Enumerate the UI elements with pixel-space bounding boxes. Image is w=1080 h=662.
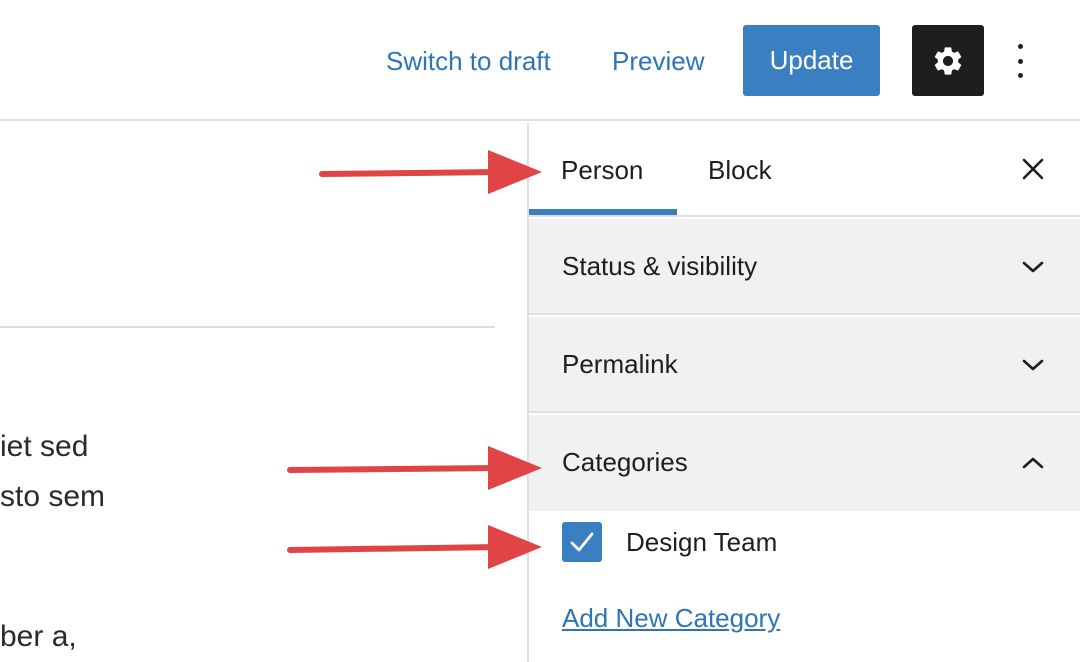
category-item: Design Team bbox=[562, 521, 777, 563]
paragraph-text[interactable]: sto sem bbox=[0, 480, 105, 514]
close-icon bbox=[1022, 158, 1044, 180]
category-checkbox[interactable] bbox=[562, 522, 602, 562]
paragraph-text[interactable]: ber a, bbox=[0, 620, 77, 654]
tab-block[interactable]: Block bbox=[708, 153, 772, 187]
checkmark-icon bbox=[570, 532, 594, 552]
vertical-ellipsis-icon bbox=[1017, 44, 1023, 49]
close-sidebar-button[interactable] bbox=[1019, 155, 1047, 183]
panel-title: Status & visibility bbox=[562, 251, 758, 281]
gear-icon bbox=[934, 46, 962, 75]
settings-sidebar: Person Block Status & visibility Permali… bbox=[527, 123, 1080, 662]
update-button[interactable]: Update bbox=[743, 25, 880, 96]
sidebar-tabs: Person Block bbox=[529, 123, 1080, 217]
panel-permalink[interactable]: Permalink bbox=[529, 317, 1080, 413]
preview-button[interactable]: Preview bbox=[612, 42, 704, 80]
panel-title: Categories bbox=[562, 447, 688, 477]
chevron-up-icon bbox=[1022, 457, 1044, 469]
add-new-category-link[interactable]: Add New Category bbox=[562, 603, 780, 634]
active-tab-indicator bbox=[529, 209, 677, 215]
chevron-down-icon bbox=[1022, 261, 1044, 273]
category-label[interactable]: Design Team bbox=[626, 527, 777, 558]
more-options-button[interactable] bbox=[1004, 40, 1036, 82]
panel-categories[interactable]: Categories bbox=[529, 415, 1080, 511]
settings-button[interactable] bbox=[912, 25, 984, 96]
panel-status-visibility[interactable]: Status & visibility bbox=[529, 219, 1080, 315]
switch-to-draft-button[interactable]: Switch to draft bbox=[386, 42, 551, 80]
paragraph-text[interactable]: iet sed bbox=[0, 430, 88, 464]
editor-canvas[interactable]: iet sed sto sem ber a, bbox=[0, 123, 527, 662]
editor-toolbar: Switch to draft Preview Update bbox=[0, 0, 1080, 121]
tab-person[interactable]: Person bbox=[561, 153, 643, 187]
panel-title: Permalink bbox=[562, 349, 678, 379]
separator-block bbox=[0, 326, 495, 328]
chevron-down-icon bbox=[1022, 359, 1044, 371]
